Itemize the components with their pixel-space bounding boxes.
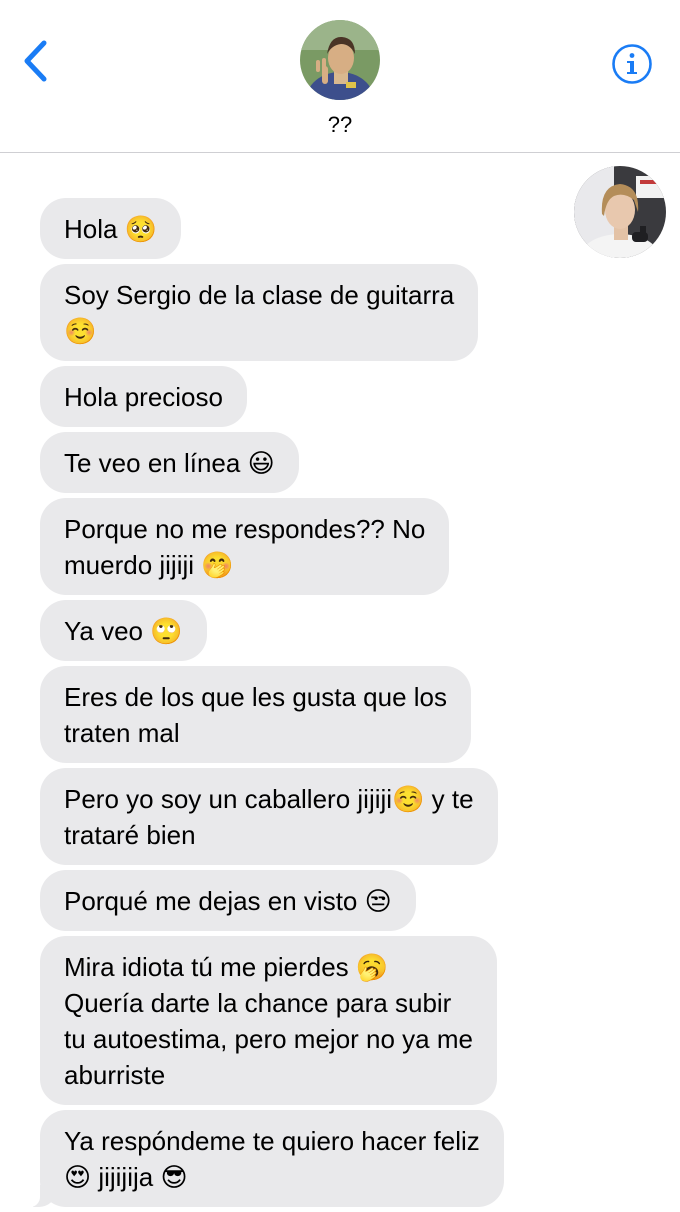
message-bubble-last[interactable]: Ya respóndeme te quiero hacer feliz 😍 ji… — [28, 1110, 504, 1207]
message-text: Porque no me respondes?? No muerdo jijij… — [64, 514, 426, 580]
message-text: Mira idiota tú me pierdes 🥱 Quería darte… — [64, 952, 473, 1090]
message-bubble[interactable]: Porque no me respondes?? No muerdo jijij… — [40, 498, 450, 595]
conversation-header: ?? — [0, 0, 680, 153]
contact-name[interactable]: ?? — [0, 112, 680, 138]
message-bubble[interactable]: Pero yo soy un caballero jijiji☺️ y te t… — [40, 768, 498, 865]
message-bubble[interactable]: Soy Sergio de la clase de guitarra ☺️ — [40, 264, 479, 361]
message-text: Ya respóndeme te quiero hacer feliz 😍 ji… — [64, 1126, 480, 1192]
message-text: Ya veo 🙄 — [64, 616, 183, 646]
message-bubble[interactable]: Mira idiota tú me pierdes 🥱 Quería darte… — [40, 936, 497, 1105]
info-button[interactable] — [611, 43, 653, 85]
contact-avatar[interactable] — [300, 20, 380, 100]
message-bubble[interactable]: Porqué me dejas en visto 😒 — [40, 870, 416, 931]
message-text: Te veo en línea 😃 — [64, 448, 275, 478]
back-button[interactable] — [18, 38, 58, 86]
message-text: Hola precioso — [64, 382, 223, 412]
message-text: Eres de los que les gusta que los traten… — [64, 682, 448, 748]
message-bubble[interactable]: Hola 🥺 — [40, 198, 182, 259]
chevron-left-icon — [18, 38, 58, 86]
message-text: Porqué me dejas en visto 😒 — [64, 886, 392, 916]
self-avatar — [574, 166, 666, 258]
message-list: Hola 🥺 Soy Sergio de la clase de guitarr… — [28, 198, 560, 1212]
message-text: Hola 🥺 — [64, 214, 158, 244]
message-bubble[interactable]: Ya veo 🙄 — [40, 600, 207, 661]
info-icon — [611, 43, 653, 85]
message-text: Pero yo soy un caballero jijiji☺️ y te t… — [64, 784, 474, 850]
message-bubble[interactable]: Te veo en línea 😃 — [40, 432, 299, 493]
message-bubble[interactable]: Hola precioso — [40, 366, 247, 427]
message-bubble[interactable]: Eres de los que les gusta que los traten… — [40, 666, 472, 763]
message-text: Soy Sergio de la clase de guitarra ☺️ — [64, 280, 455, 346]
